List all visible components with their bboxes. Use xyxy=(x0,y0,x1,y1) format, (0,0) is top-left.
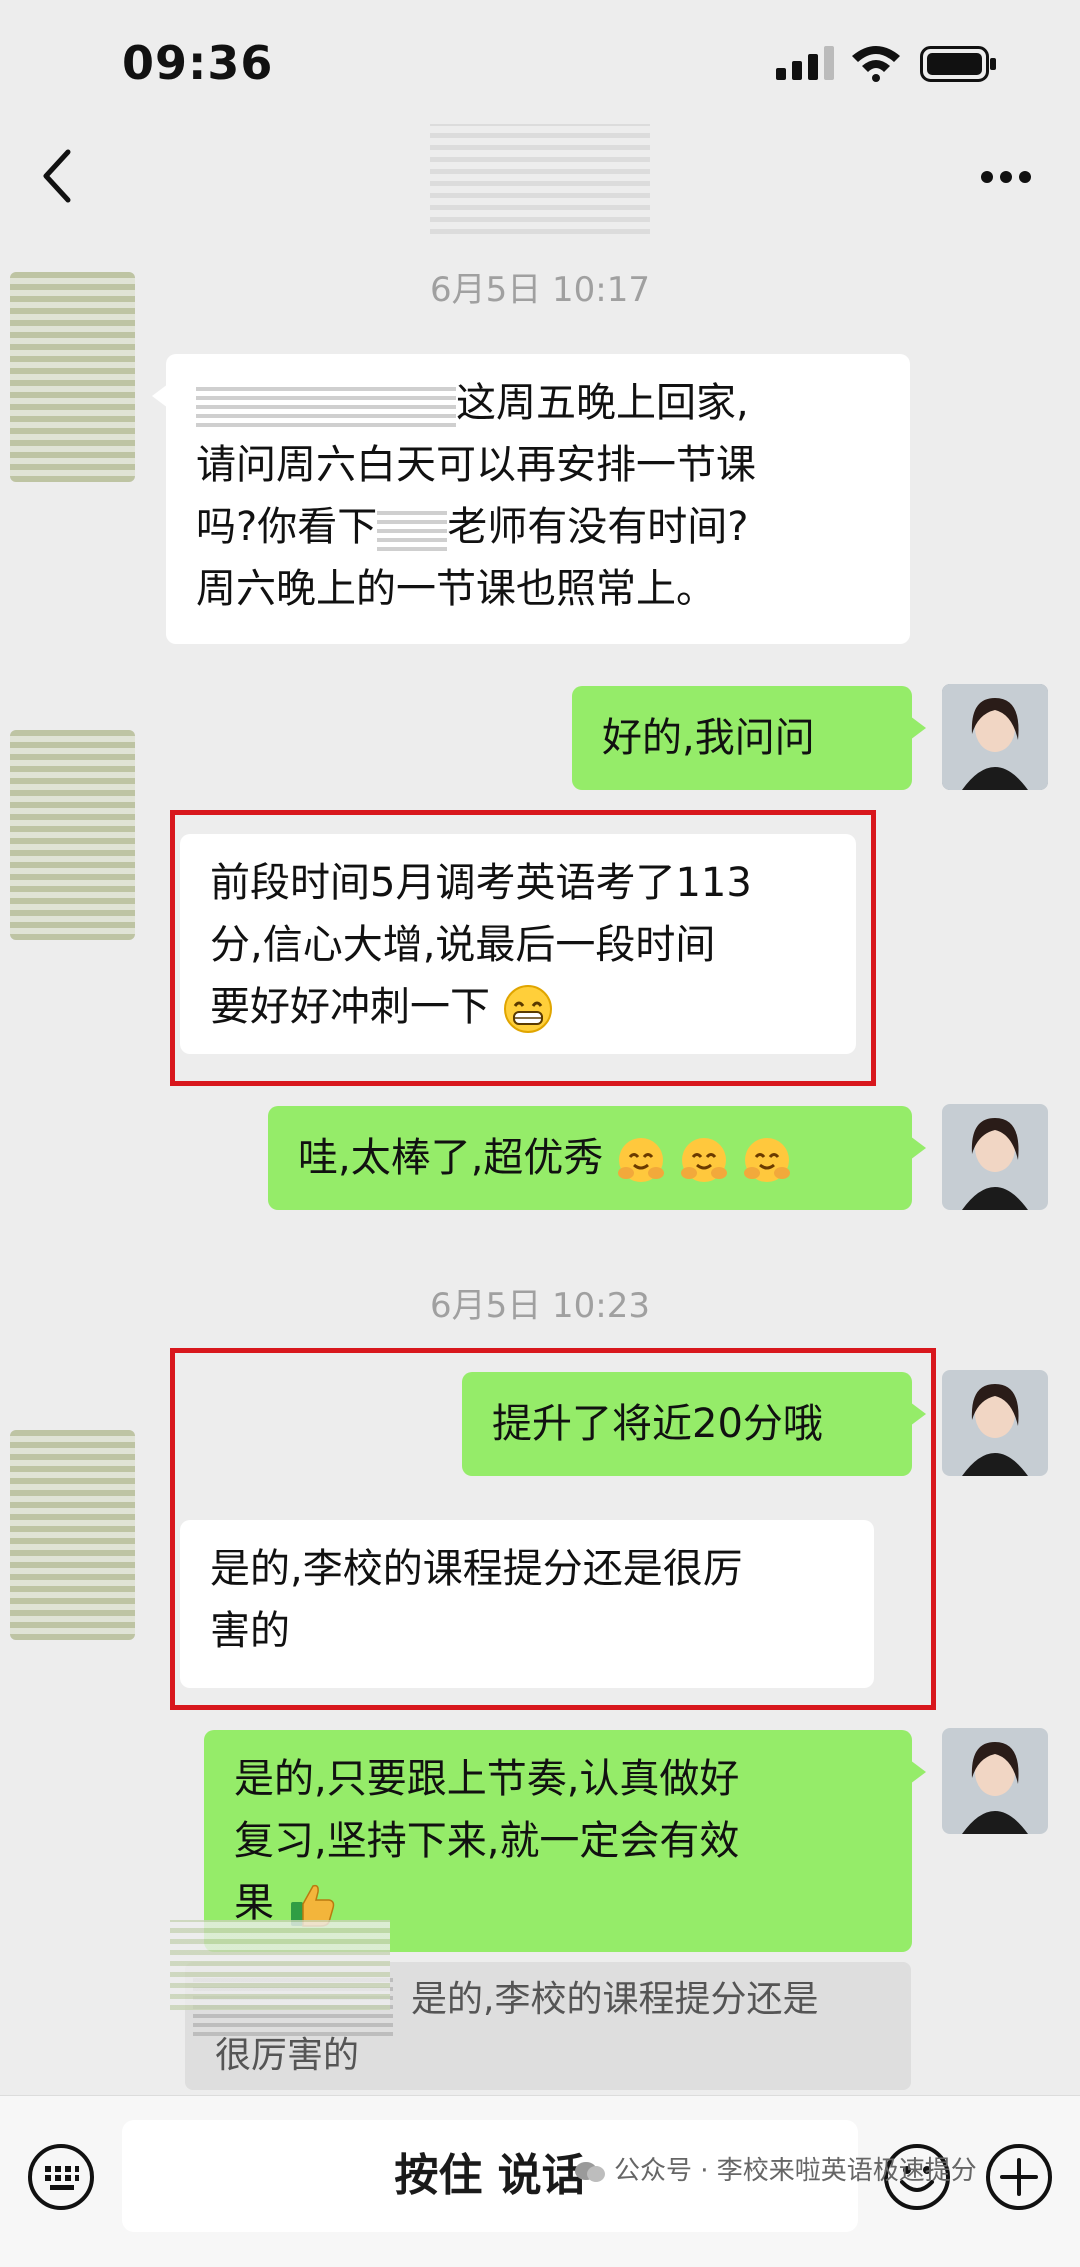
message-bubble-sent[interactable]: 好的,我问问 xyxy=(572,686,926,790)
hug-emoji-icon xyxy=(618,1138,665,1182)
message-bubble-sent[interactable]: 哇,太棒了,超优秀 xyxy=(268,1106,926,1210)
battery-icon xyxy=(920,46,996,82)
avatar-photo-icon xyxy=(942,684,1048,790)
hug-emoji-icon xyxy=(743,1138,790,1182)
contact-avatar-redacted[interactable] xyxy=(10,730,135,940)
message-bubble-sent[interactable]: 是的,只要跟上节奏,认真做好 复习,坚持下来,就一定会有效 果 xyxy=(204,1730,926,1952)
message-text: 分,信心大增,说最后一段时间 xyxy=(210,922,716,968)
message-text: 是的,李校的课程提分还是很厉 xyxy=(210,1546,743,1592)
message-text: 这周五晚上回家, xyxy=(196,372,880,434)
redacted-name xyxy=(377,507,448,551)
message-bubble-received[interactable]: 是的,李校的课程提分还是很厉 害的 xyxy=(180,1520,874,1688)
wifi-icon xyxy=(852,46,900,82)
chat-timestamp: 6月5日 10:17 xyxy=(429,270,651,310)
message-text: 提升了将近20分哦 xyxy=(492,1401,823,1447)
message-text: 好的,我问问 xyxy=(602,715,815,761)
message-text: 吗?你看下 老师有没有时间? xyxy=(196,504,749,551)
message-text: 请问周六白天可以再安排一节课 xyxy=(196,442,756,488)
user-avatar[interactable] xyxy=(942,1728,1048,1834)
message-text: 复习,坚持下来,就一定会有效 xyxy=(234,1818,740,1864)
redacted-overlay xyxy=(170,1920,390,2010)
watermark-text: 公众号 · 李校来啦英语极速提分 xyxy=(614,2156,977,2186)
grin-emoji-icon xyxy=(503,985,552,1033)
message-bubble-sent[interactable]: 提升了将近20分哦 xyxy=(462,1372,926,1476)
nav-bar xyxy=(0,110,1080,240)
avatar-photo-icon xyxy=(942,1728,1048,1834)
contact-avatar-redacted[interactable] xyxy=(10,1430,135,1640)
message-text: 哇,太棒了,超优秀 xyxy=(298,1135,604,1181)
message-text: 前段时间5月调考英语考了113 xyxy=(210,860,752,906)
contact-avatar-redacted[interactable] xyxy=(10,272,135,482)
user-avatar[interactable] xyxy=(942,684,1048,790)
keyboard-icon[interactable] xyxy=(26,2142,96,2212)
back-arrow-icon[interactable] xyxy=(38,146,78,206)
watermark: 公众号 · 李校来啦英语极速提分 xyxy=(574,2150,1080,2187)
message-text: 要好好冲刺一下 xyxy=(210,976,826,1038)
avatar-photo-icon xyxy=(942,1104,1048,1210)
quote-text: 很厉害的 xyxy=(215,2035,360,2076)
avatar-photo-icon xyxy=(942,1370,1048,1476)
user-avatar[interactable] xyxy=(942,1104,1048,1210)
quote-text: 是的,李校的课程提分还是 xyxy=(411,1979,819,2020)
wechat-official-account-icon xyxy=(575,2161,605,2182)
message-bubble-received[interactable]: 这周五晚上回家, 请问周六白天可以再安排一节课 吗?你看下 老师有没有时间? 周六… xyxy=(152,354,910,644)
message-text: 害的 xyxy=(210,1608,290,1654)
message-text: 周六晚上的一节课也照常上。 xyxy=(196,566,716,612)
status-time: 09:36 xyxy=(122,36,274,90)
chat-timestamp: 6月5日 10:23 xyxy=(429,1286,651,1326)
message-text: 是的,只要跟上节奏,认真做好 xyxy=(234,1756,740,1802)
redacted-name xyxy=(196,383,456,427)
chat-title-redacted xyxy=(430,124,650,234)
more-options-icon[interactable] xyxy=(980,170,1032,184)
hug-emoji-icon xyxy=(680,1138,727,1182)
signal-icon xyxy=(776,46,834,80)
user-avatar[interactable] xyxy=(942,1370,1048,1476)
message-bubble-received[interactable]: 前段时间5月调考英语考了113 分,信心大增,说最后一段时间 要好好冲刺一下 xyxy=(180,834,856,1054)
